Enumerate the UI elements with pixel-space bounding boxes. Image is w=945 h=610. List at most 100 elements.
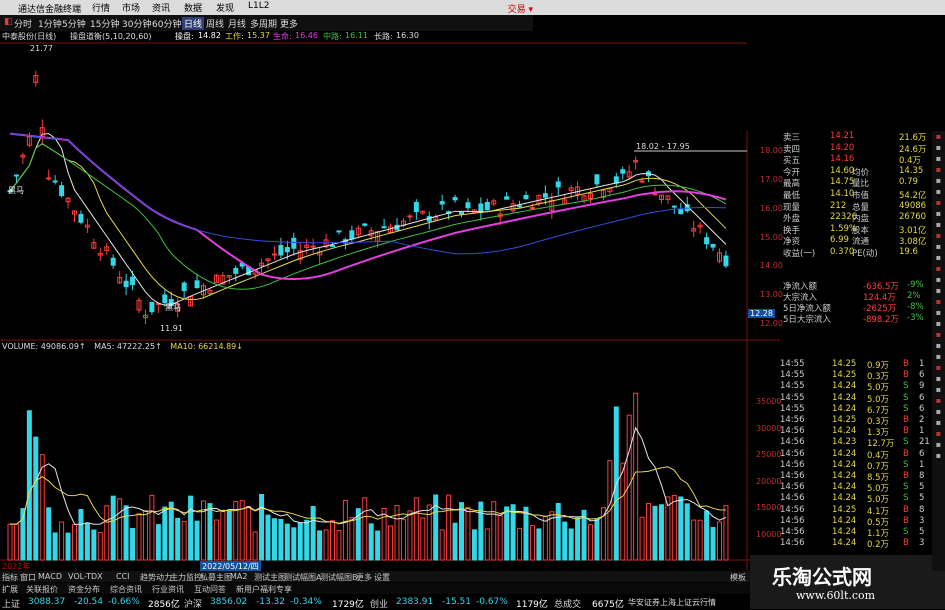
volume-bar [400,519,406,561]
side-tab-icon[interactable]: ▪ [932,219,945,230]
info-tab[interactable]: 资金分布 [68,584,100,595]
side-tab-icon[interactable]: ▪ [932,439,945,450]
indicator-tab[interactable]: MACD [38,572,62,581]
indicator-tab[interactable]: 测试幅图B [320,572,358,583]
side-tab-icon[interactable]: ▪ [932,274,945,285]
tick-time: 14:55 [780,403,805,414]
indicator-tab[interactable]: 指标 [2,572,18,583]
candle-body [704,237,710,245]
tick-side: S [903,403,909,414]
quote-value: 3.08亿 [899,237,927,248]
info-tab[interactable]: 行业资讯 [152,584,184,595]
tick-time: 14:56 [780,493,805,504]
indicator-tab[interactable]: 主力监控 [170,572,202,583]
side-tab-icon[interactable]: ▪ [932,197,945,208]
side-tab-icon[interactable]: ▪ [932,296,945,307]
indicator-tab[interactable]: CCI [116,572,130,581]
volume-bar [452,522,458,561]
side-tab-icon[interactable]: ▪ [932,186,945,197]
indicator-tab[interactable]: 窗口 [20,572,36,583]
side-tab-icon[interactable]: ▪ [932,384,945,395]
volume-bar [155,524,161,561]
side-tab-icon[interactable]: ▪ [932,428,945,439]
indicator-tab[interactable]: MA2 [230,572,247,581]
quote-volume: 0.4万 [899,156,922,167]
volume-bar [723,505,729,561]
tick-price: 14.25 [832,370,857,381]
info-tab[interactable]: 新用户福利专享 [236,584,292,595]
range-label: 18.02 - 17.95 [636,142,690,151]
indicator-tab[interactable]: 设置 [374,572,390,583]
indicator-tab[interactable]: 模板 [730,572,746,583]
index-sz-label[interactable]: 沪深 [184,597,202,610]
side-tab-icon[interactable]: ▪ [932,230,945,241]
side-tab-icon[interactable]: ▪ [932,208,945,219]
info-tab[interactable]: 扩展 [2,584,18,595]
side-tab-icon[interactable]: ▪ [932,131,945,142]
volume-bar [284,523,290,561]
index-sh-label[interactable]: 上证 [2,597,20,610]
info-tab[interactable]: 综合资讯 [110,584,142,595]
side-tab-icon[interactable]: ▪ [932,406,945,417]
side-tab-icon[interactable]: ▪ [932,263,945,274]
volume-bar [117,498,123,561]
tick-price: 14.23 [832,437,857,448]
tick-price: 14.24 [832,426,857,437]
side-tab-icon[interactable]: ▪ [932,164,945,175]
quote-value: 0.79 [899,177,918,188]
tick-time: 14:56 [780,448,805,459]
index-sz-change: -13.32 [256,597,286,607]
index-cy-label[interactable]: 创业 [370,597,388,610]
quote-label: 内盘 [852,214,870,225]
candlestick-series [7,70,729,325]
side-tab-icon[interactable]: ▪ [932,395,945,406]
side-tab-icon[interactable]: ▪ [932,417,945,428]
side-tab-icon[interactable]: ▪ [932,373,945,384]
side-tab-icon[interactable]: ▪ [932,153,945,164]
indicator-tab[interactable]: VOL-TDX [68,572,103,581]
indicator-tab[interactable]: 私募主图 [200,572,232,583]
side-tab-icon[interactable]: ▪ [932,318,945,329]
volume-bar [72,524,77,561]
volume-axis-label: 10000 [756,530,782,539]
indicator-tab[interactable]: 测试幅图A [284,572,321,583]
side-tab-icon[interactable]: ▪ [932,307,945,318]
volume-bar [684,503,690,561]
tick-price: 14.24 [832,493,857,504]
side-tab-icon[interactable]: ▪ [932,252,945,263]
volume-label: VOLUME: 49086.09↑ [2,342,86,351]
side-tab-icon[interactable]: ▪ [932,340,945,351]
volume-axis-label: 25000 [756,450,782,459]
indicator-tab[interactable]: 趋势动力 [140,572,172,583]
info-tab[interactable]: 关联报价 [26,584,58,595]
candle-body [652,193,658,196]
tick-volume: 0.3万 [867,417,890,427]
side-tab-icon[interactable]: ▪ [932,241,945,252]
tick-price: 14.25 [832,359,857,369]
candle-body [284,247,290,253]
volume-bar [104,505,110,561]
candle-body [59,185,65,197]
side-tab-icon[interactable]: ▪ [932,175,945,186]
index-cy-value: 2383.91 [396,597,434,607]
side-tab-icon[interactable]: ▪ [932,362,945,373]
info-tab[interactable]: 互动问答 [194,584,226,595]
quote-value: 14.20 [830,142,855,153]
side-tab-icon[interactable]: ▪ [932,285,945,296]
tick-count: 6 [919,392,925,403]
volume-bar [633,392,639,561]
indicator-tab[interactable]: 测试主图 [254,572,286,583]
total-turnover-value: 6675亿 [592,600,624,610]
price-axis-label: 12.00 [760,319,783,328]
side-tab-icon[interactable]: ▪ [932,351,945,362]
tick-time: 14:55 [780,392,805,403]
index-cy-amount: 1179亿 [516,600,548,610]
tick-side: B [903,415,909,425]
indicator-tab[interactable]: 更多 [356,572,372,583]
side-tab-icon[interactable]: ▪ [932,142,945,153]
quote-label: 量比 [852,179,870,190]
volume-bar [465,506,471,561]
side-tab-icon[interactable]: ▪ [932,450,945,461]
side-tab-icon[interactable]: ▪ [932,329,945,340]
quote-label: 卖四 [783,144,801,155]
